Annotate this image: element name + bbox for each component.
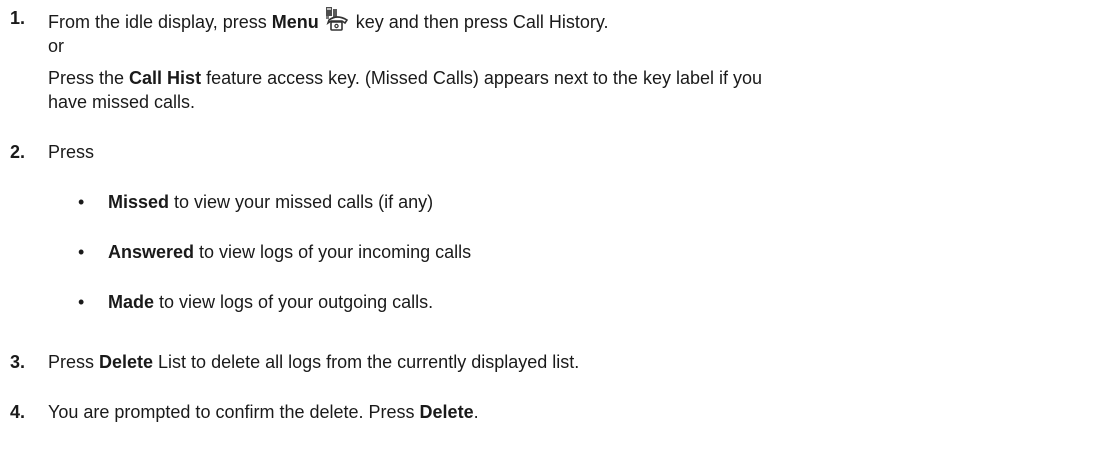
bullet-icon: • [78,292,85,312]
step-body: From the idle display, press Menu key an… [48,6,1116,114]
step-number: 1. [10,8,26,28]
step-number: 2. [10,142,26,162]
bullet-icon: • [78,192,85,212]
step-1-line-4: have missed calls. [48,92,196,112]
instructions-document: 1. From the idle display, press Menu key… [0,0,1118,462]
call-hist-key-label: Call Hist [129,68,202,88]
menu-phone-icon [325,7,348,31]
step-1-line-1: From the idle display, press Menu key an… [48,6,1116,34]
or-label: or [48,36,65,56]
step-1-line-3: Press the Call Hist feature access key. … [48,68,763,88]
delete-key-label: Delete [99,352,154,372]
step-number: 3. [10,352,26,372]
step-body: You are prompted to confirm the delete. … [48,402,479,422]
step-body: Press [48,142,95,162]
step-number: 4. [10,402,26,422]
delete-key-label: Delete [419,402,474,422]
step-body: Press Delete List to delete all logs fro… [48,352,580,372]
bullet-icon: • [78,242,85,262]
menu-key-label: Menu [271,12,319,32]
